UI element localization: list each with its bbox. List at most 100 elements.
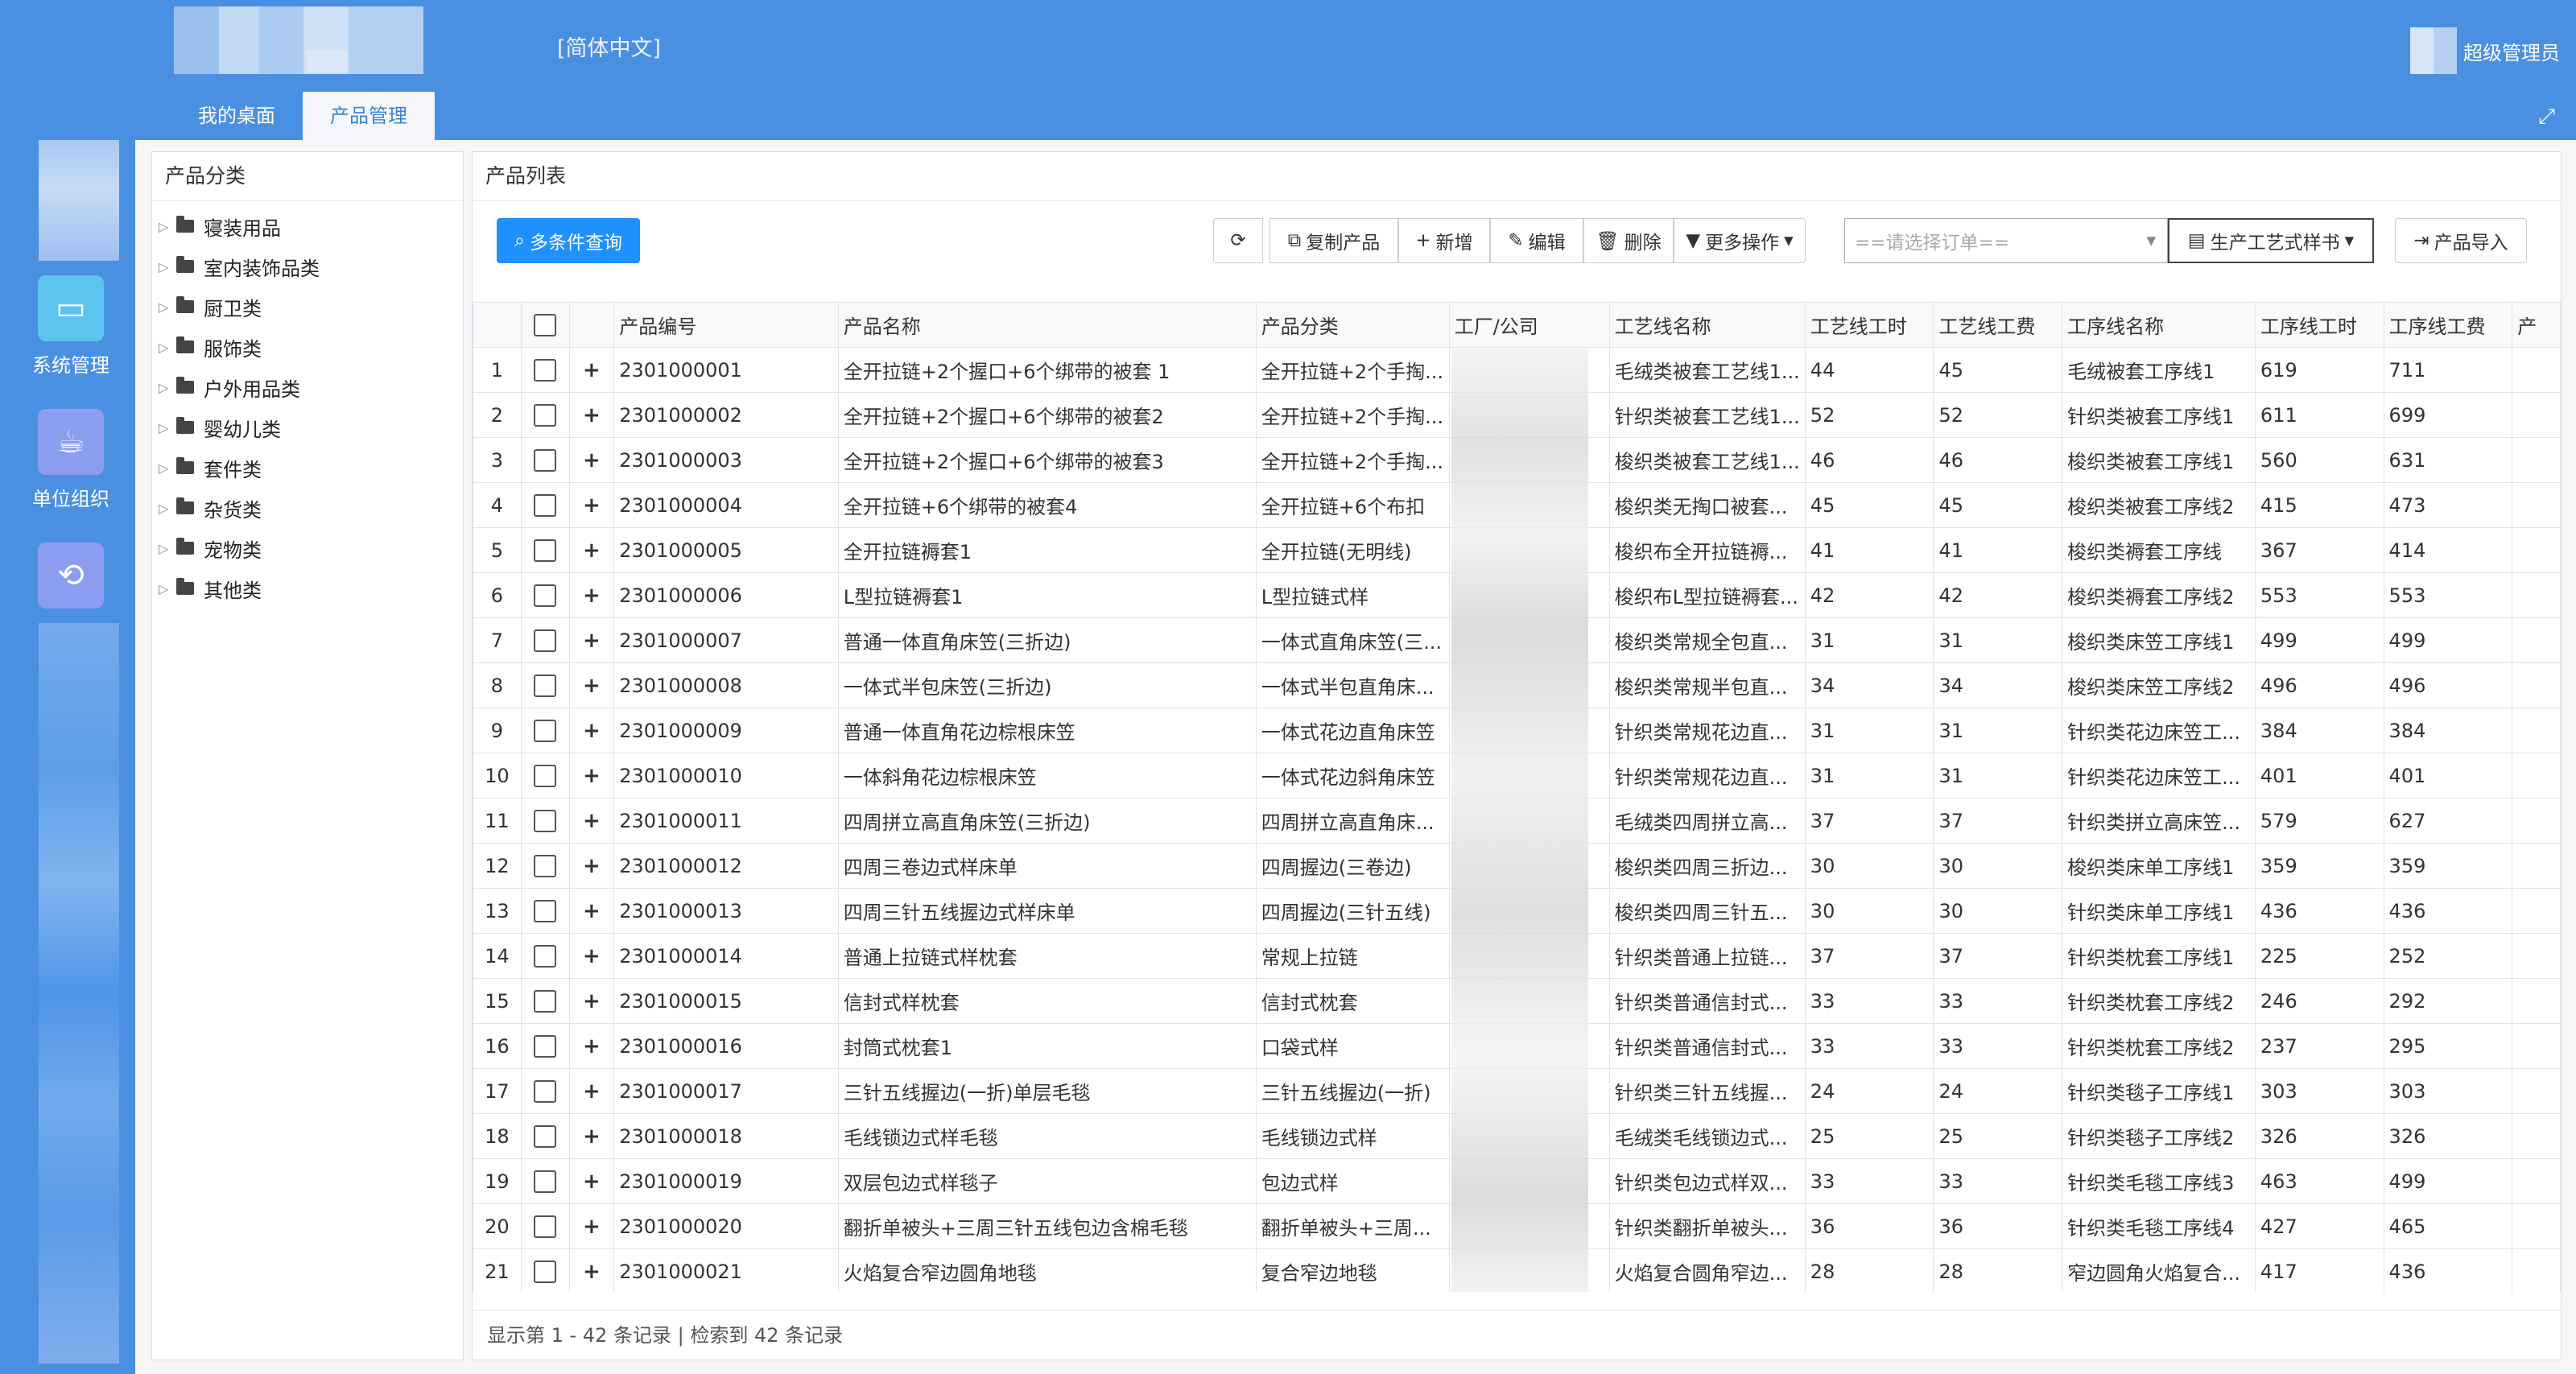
checkbox[interactable] (534, 1170, 557, 1193)
checkbox[interactable] (534, 314, 557, 336)
row-checkbox-cell[interactable] (520, 572, 570, 618)
checkbox[interactable] (534, 765, 557, 787)
chevron-right-icon[interactable]: ▷ (159, 460, 176, 476)
row-checkbox-cell[interactable] (520, 843, 570, 889)
checkbox[interactable] (534, 404, 557, 427)
expand-icon[interactable]: + (568, 392, 615, 438)
col-header[interactable]: 工艺线名称 (1608, 302, 1806, 348)
row-checkbox-cell[interactable] (520, 933, 570, 979)
row-checkbox-cell[interactable] (520, 888, 570, 934)
expand-icon[interactable]: + (568, 888, 615, 934)
expand-icon[interactable]: + (568, 798, 615, 844)
row-checkbox-cell[interactable] (520, 527, 570, 573)
checkbox[interactable] (534, 1125, 557, 1148)
checkbox[interactable] (534, 1080, 557, 1103)
checkbox[interactable] (534, 584, 557, 607)
tree-item[interactable]: ▷ 其他类 (159, 568, 463, 609)
col-header[interactable]: 工艺线工时 (1804, 302, 1934, 348)
col-header[interactable]: 工序线名称 (2062, 302, 2256, 348)
row-checkbox-cell[interactable] (520, 1248, 570, 1292)
nav-other[interactable]: ⟲ (6, 543, 135, 617)
checkbox[interactable] (534, 900, 557, 922)
tree-item[interactable]: ▷ 寝装用品 (159, 206, 463, 246)
row-checkbox-cell[interactable] (520, 347, 570, 393)
chevron-right-icon[interactable]: ▷ (159, 581, 176, 596)
checkbox[interactable] (534, 675, 557, 697)
tree-item[interactable]: ▷ 厨卫类 (159, 287, 463, 327)
expand-icon[interactable]: + (568, 978, 615, 1024)
expand-icon[interactable]: + (568, 1023, 615, 1069)
row-checkbox-cell[interactable] (520, 1113, 570, 1159)
tab-desktop[interactable]: 我的桌面 (171, 92, 303, 140)
col-header[interactable]: 工厂/公司 (1448, 302, 1610, 348)
fullscreen-icon[interactable]: ⤢ (2538, 105, 2555, 130)
checkbox[interactable] (534, 990, 557, 1013)
col-header[interactable]: 产品分类 (1255, 302, 1450, 348)
tree-item[interactable]: ▷ 杂货类 (159, 488, 463, 528)
chevron-right-icon[interactable]: ▷ (159, 340, 176, 355)
expand-icon[interactable]: + (568, 437, 615, 483)
checkbox[interactable] (534, 359, 557, 382)
row-checkbox-cell[interactable] (520, 1068, 570, 1114)
expand-icon[interactable]: + (568, 1158, 615, 1204)
row-checkbox-cell[interactable] (520, 753, 570, 798)
chevron-right-icon[interactable]: ▷ (159, 420, 176, 435)
expand-icon[interactable]: + (568, 527, 615, 573)
chevron-right-icon[interactable]: ▷ (159, 299, 176, 315)
edit-button[interactable]: ✎ 编辑 (1490, 218, 1583, 263)
expand-icon[interactable]: + (568, 1113, 615, 1159)
tree-item[interactable]: ▷ 套件类 (159, 448, 463, 488)
row-checkbox-cell[interactable] (520, 617, 570, 663)
delete-button[interactable]: 🗑 删除 (1583, 218, 1674, 263)
checkbox[interactable] (534, 1261, 557, 1283)
col-header[interactable]: 工艺线工费 (1933, 302, 2063, 348)
nav-organization[interactable]: ☕ 单位组织 (6, 409, 135, 511)
process-book-button[interactable]: ▤ 生产工艺式样书 ▾ (2168, 218, 2374, 263)
expand-icon[interactable]: + (568, 662, 615, 708)
expand-icon[interactable]: + (568, 753, 615, 798)
add-button[interactable]: + 新增 (1398, 218, 1490, 263)
refresh-button[interactable]: ⟳ (1213, 218, 1263, 263)
expand-icon[interactable]: + (568, 843, 615, 889)
checkbox[interactable] (534, 1215, 557, 1238)
expand-icon[interactable]: + (568, 482, 615, 528)
checkbox[interactable] (534, 494, 557, 517)
row-checkbox-cell[interactable] (520, 392, 570, 438)
tree-item[interactable]: ▷ 服饰类 (159, 327, 463, 367)
checkbox[interactable] (534, 449, 557, 472)
checkbox[interactable] (534, 855, 557, 877)
user-menu[interactable]: 超级管理员 (2410, 27, 2560, 74)
row-checkbox-cell[interactable] (520, 978, 570, 1024)
row-checkbox-cell[interactable] (520, 482, 570, 528)
expand-icon[interactable]: + (568, 347, 615, 393)
expand-icon[interactable]: + (568, 708, 615, 753)
col-header[interactable]: 工序线工费 (2383, 302, 2513, 348)
tab-product-management[interactable]: 产品管理 (303, 92, 435, 140)
order-select[interactable]: ==请选择订单== ▾ (1844, 218, 2168, 263)
row-checkbox-cell[interactable] (520, 1203, 570, 1249)
col-header[interactable]: 产品名称 (837, 302, 1257, 348)
expand-icon[interactable]: + (568, 617, 615, 663)
col-header[interactable]: 产 (2512, 302, 2561, 348)
checkbox[interactable] (534, 810, 557, 832)
expand-icon[interactable]: + (568, 1068, 615, 1114)
import-button[interactable]: ⇥ 产品导入 (2395, 218, 2527, 263)
checkbox[interactable] (534, 1035, 557, 1058)
row-checkbox-cell[interactable] (520, 437, 570, 483)
select-all-checkbox[interactable] (520, 302, 570, 348)
chevron-right-icon[interactable]: ▷ (159, 259, 176, 274)
row-checkbox-cell[interactable] (520, 1158, 570, 1204)
nav-system[interactable]: ▭ 系统管理 (6, 275, 135, 378)
expand-icon[interactable]: + (568, 1203, 615, 1249)
checkbox[interactable] (534, 720, 557, 742)
expand-icon[interactable]: + (568, 1248, 615, 1292)
chevron-right-icon[interactable]: ▷ (159, 541, 176, 556)
language-switch[interactable]: [简体中文] (557, 31, 661, 62)
chevron-right-icon[interactable]: ▷ (159, 219, 176, 234)
tree-item[interactable]: ▷ 宠物类 (159, 528, 463, 568)
copy-product-button[interactable]: ⧉ 复制产品 (1269, 218, 1398, 263)
checkbox[interactable] (534, 539, 557, 562)
row-checkbox-cell[interactable] (520, 708, 570, 753)
chevron-right-icon[interactable]: ▷ (159, 380, 176, 395)
tree-item[interactable]: ▷ 婴幼儿类 (159, 407, 463, 448)
